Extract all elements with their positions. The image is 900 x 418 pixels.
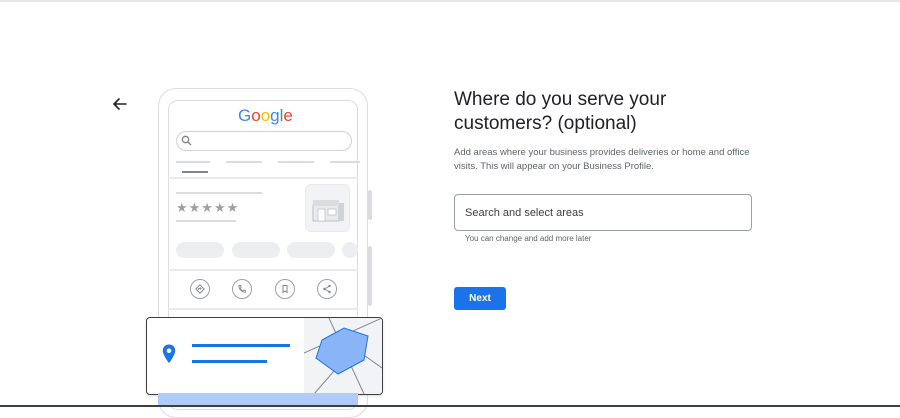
phone-illustration: Google ★★★★★: [140, 86, 390, 418]
phone-side-button: [368, 190, 372, 220]
service-area-search-input[interactable]: [454, 194, 752, 231]
bookmark-icon: [275, 279, 295, 299]
service-area-card: [146, 317, 383, 395]
divider: [168, 269, 358, 271]
google-logo: Google: [238, 106, 293, 125]
directions-icon: [190, 279, 210, 299]
area-line-primary: [192, 344, 290, 347]
page-description: Add areas where your business provides d…: [454, 147, 750, 172]
share-icon: [317, 279, 337, 299]
next-button[interactable]: Next: [454, 287, 506, 310]
phone-side-button: [368, 246, 372, 306]
divider: [168, 308, 358, 310]
location-pin-icon: [162, 344, 176, 363]
helper-text: You can change and add more later: [465, 234, 592, 243]
area-line-secondary: [192, 360, 267, 363]
magnifier-icon: [181, 135, 192, 146]
back-arrow-icon[interactable]: [110, 94, 130, 114]
page-title: Where do you serve your customers? (opti…: [454, 89, 667, 134]
rating-stars: ★★★★★: [176, 200, 240, 215]
top-border: [0, 0, 900, 2]
storefront-icon: [305, 184, 350, 232]
phone-icon: [232, 279, 252, 299]
mini-search-bar: [176, 131, 352, 151]
divider: [168, 177, 358, 179]
mini-tabs: [176, 161, 366, 175]
map-area-graphic: [304, 318, 382, 394]
